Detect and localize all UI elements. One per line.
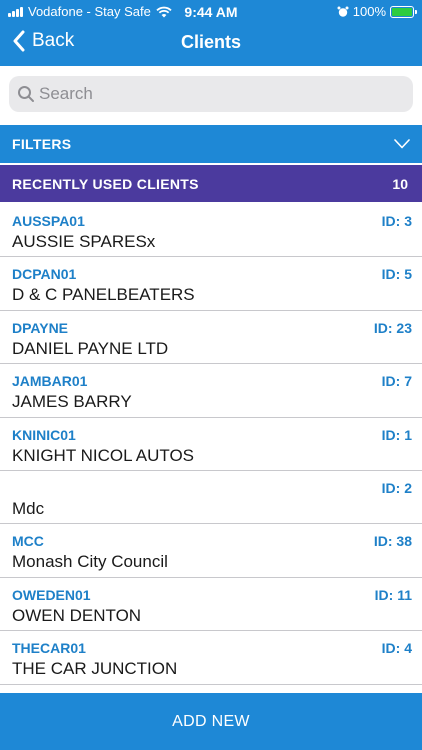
client-row[interactable]: DCPAN01 ID: 5 D & C PANELBEATERS: [0, 257, 422, 311]
battery-icon: [390, 5, 417, 18]
recent-clients-header: RECENTLY USED CLIENTS 10: [0, 165, 422, 202]
client-name: THE CAR JUNCTION: [12, 659, 178, 679]
client-id: ID: 4: [381, 640, 412, 657]
filters-toggle[interactable]: FILTERS: [0, 125, 422, 163]
client-row[interactable]: THECAR01 ID: 4 THE CAR JUNCTION: [0, 631, 422, 685]
status-right: 100%: [337, 4, 417, 19]
client-name: DANIEL PAYNE LTD: [12, 338, 169, 358]
client-code: DPAYNE: [12, 319, 69, 336]
search-box[interactable]: [9, 76, 413, 112]
filters-label: FILTERS: [12, 136, 72, 152]
client-id: ID: 11: [374, 586, 412, 603]
client-id: ID: 7: [381, 373, 412, 390]
client-row[interactable]: ID: 2 Mdc: [0, 471, 422, 525]
chevron-down-icon: [394, 139, 410, 149]
app-header: Vodafone - Stay Safe 9:44 AM 100% Back C…: [0, 0, 422, 66]
client-name: Mdc: [12, 498, 45, 518]
recent-clients-count: 10: [392, 175, 408, 192]
client-code: DCPAN01: [12, 266, 77, 283]
client-code: JAMBAR01: [12, 373, 88, 390]
client-name: KNIGHT NICOL AUTOS: [12, 445, 195, 465]
client-row[interactable]: OWEDEN01 ID: 11 OWEN DENTON: [0, 578, 422, 632]
client-code: MCC: [12, 533, 44, 550]
search-icon: [18, 86, 34, 102]
client-name: OWEN DENTON: [12, 605, 142, 625]
battery-percent: 100%: [352, 4, 386, 19]
client-id: ID: 5: [381, 266, 412, 283]
recent-clients-label: RECENTLY USED CLIENTS: [12, 175, 199, 192]
client-row[interactable]: AUSSPA01 ID: 3 AUSSIE SPARESx: [0, 204, 422, 258]
add-new-button[interactable]: ADD NEW: [0, 693, 422, 750]
search-input[interactable]: [39, 84, 399, 104]
search-area: [0, 66, 422, 123]
client-row[interactable]: MCC ID: 38 Monash City Council: [0, 524, 422, 578]
client-id: ID: 3: [381, 213, 412, 229]
client-id: ID: 2: [381, 479, 412, 496]
client-name: D & C PANELBEATERS: [12, 285, 195, 305]
page-title: Clients: [180, 32, 241, 52]
client-code: KNINIC01: [12, 426, 76, 443]
client-list: AUSSPA01 ID: 3 AUSSIE SPARESx DCPAN01 ID…: [0, 204, 422, 685]
client-id: ID: 38: [373, 533, 412, 550]
client-name: Monash City Council: [12, 552, 168, 572]
status-bar: Vodafone - Stay Safe 9:44 AM 100%: [0, 0, 422, 22]
client-code: AUSSPA01: [12, 213, 85, 229]
client-id: ID: 23: [373, 319, 412, 336]
client-row[interactable]: KNINIC01 ID: 1 KNIGHT NICOL AUTOS: [0, 418, 422, 471]
alarm-icon: [337, 6, 349, 17]
client-id: ID: 1: [381, 426, 412, 443]
client-name: AUSSIE SPARESx: [12, 232, 156, 251]
client-row[interactable]: DPAYNE ID: 23 DANIEL PAYNE LTD: [0, 311, 422, 365]
client-name: JAMES BARRY: [12, 392, 132, 412]
client-code: THECAR01: [12, 640, 86, 657]
client-code: OWEDEN01: [12, 586, 91, 603]
client-row[interactable]: JAMBAR01 ID: 7 JAMES BARRY: [0, 364, 422, 418]
